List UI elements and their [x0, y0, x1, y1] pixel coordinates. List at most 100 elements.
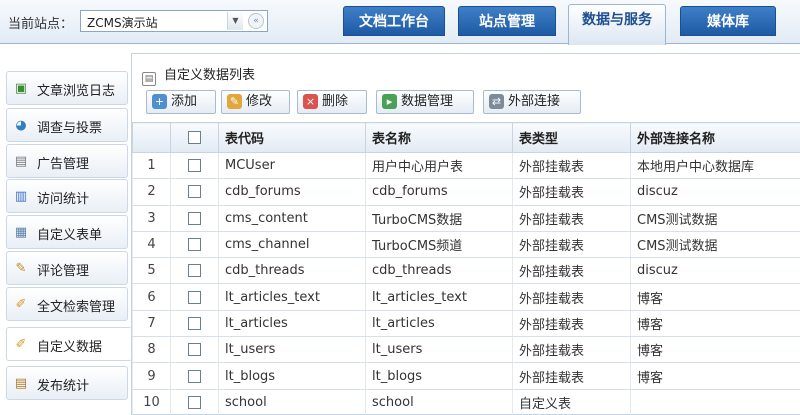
table-header-row: 表代码 表名称 表类型 外部连接名称 [132, 122, 800, 153]
row-index: 1 [132, 152, 171, 180]
data-manage-button[interactable]: ▸ 数据管理 [376, 90, 474, 114]
cell-table-name: cdb_threads [365, 257, 513, 285]
tab-data-services[interactable]: 数据与服务 [568, 4, 666, 45]
row-index: 4 [132, 231, 171, 259]
sidebar-item-comments[interactable]: ✎ 评论管理 [6, 251, 128, 285]
sidebar-item-label: 广告管理 [37, 157, 90, 172]
table-row[interactable]: 3 cms_content TurboCMS数据 外部挂载表 CMS测试数据 [132, 205, 800, 232]
sidebar: ▣ 文章浏览日志 ◕ 调查与投票 ▤ 广告管理 ▥ 访问统计 ▦ 自定义表单 ✎… [0, 45, 132, 415]
current-site-label: 当前站点： [8, 17, 74, 32]
row-checkbox[interactable] [188, 343, 201, 357]
header-select-all[interactable] [170, 122, 219, 153]
row-index: 5 [132, 257, 171, 285]
sidebar-item-ads[interactable]: ▤ 广告管理 [6, 144, 128, 178]
table-body: 1 MCUser 用户中心用户表 外部挂载表 本地用户中心数据库 2 cdb_forums c… [132, 152, 800, 415]
sidebar-item-visit-stats[interactable]: ▥ 访问统计 [6, 179, 128, 213]
row-index: 2 [132, 178, 171, 206]
tab-document-workbench[interactable]: 文档工作台 [343, 6, 445, 36]
table-row[interactable]: 2 cdb_forums cdb_forums 外部挂载表 discuz [132, 178, 800, 206]
table-row[interactable]: 6 lt_articles_text lt_articles_text 外部挂载表 博客 [132, 283, 800, 311]
panel-title: ▤ 自定义数据列表 [142, 64, 255, 86]
table-row[interactable]: 9 lt_blogs lt_blogs 外部挂载表 博客 [132, 362, 800, 390]
sidebar-item-label: 发布统计 [37, 379, 90, 394]
chevron-down-icon[interactable]: ▼ [227, 12, 243, 30]
sidebar-item-label: 评论管理 [37, 264, 90, 279]
row-select [170, 231, 219, 259]
external-connect-button[interactable]: ⇄ 外部连接 [483, 90, 581, 114]
cell-table-type: 外部挂载表 [512, 231, 631, 259]
cell-table-type: 外部挂载表 [512, 336, 631, 364]
cell-table-type: 外部挂载表 [512, 257, 631, 285]
row-select [170, 336, 219, 364]
row-index: 8 [132, 336, 171, 364]
sidebar-item-custom-form[interactable]: ▦ 自定义表单 [6, 215, 128, 249]
delete-icon: × [303, 94, 318, 109]
cell-external-name: 博客 [630, 283, 800, 311]
row-checkbox[interactable] [188, 159, 201, 173]
cell-external-name: 博客 [630, 310, 800, 338]
collapse-icon[interactable]: « [248, 13, 264, 29]
form-icon: ▦ [14, 225, 28, 240]
sidebar-item-publish-stats[interactable]: ▤ 发布统计 [6, 366, 128, 400]
table-row[interactable]: 5 cdb_threads cdb_threads 外部挂载表 discuz [132, 257, 800, 285]
sidebar-item-survey[interactable]: ◕ 调查与投票 [6, 108, 128, 142]
table-row[interactable]: 10 school school 自定义表 [132, 389, 800, 415]
row-checkbox[interactable] [188, 395, 201, 409]
header-external-name[interactable]: 外部连接名称 [630, 122, 800, 153]
cell-table-code: cdb_threads [218, 257, 366, 285]
data-manage-icon: ▸ [382, 94, 397, 109]
sidebar-item-label: 调查与投票 [37, 121, 103, 136]
delete-button[interactable]: × 删除 [297, 90, 367, 114]
sidebar-item-label: 访问统计 [37, 192, 90, 207]
cell-table-type: 外部挂载表 [512, 283, 631, 311]
row-index: 7 [132, 310, 171, 338]
header-table-name[interactable]: 表名称 [365, 122, 513, 153]
publish-stats-icon: ▤ [14, 376, 28, 391]
sidebar-item-custom-data[interactable]: ✐ 自定义数据 [6, 327, 132, 361]
row-checkbox[interactable] [188, 369, 201, 383]
edit-button[interactable]: ✎ 修改 [221, 90, 290, 114]
row-select [170, 257, 219, 285]
cell-table-name: lt_users [365, 336, 513, 364]
row-select [170, 362, 219, 390]
sidebar-item-fulltext-search[interactable]: ✐ 全文检索管理 [6, 287, 128, 321]
cell-external-name: CMS测试数据 [630, 231, 800, 259]
cell-table-code: cms_channel [218, 231, 366, 259]
stats-chart-icon: ▥ [14, 189, 28, 204]
select-all-checkbox[interactable] [188, 131, 201, 144]
sidebar-item-article-log[interactable]: ▣ 文章浏览日志 [6, 71, 128, 105]
table-row[interactable]: 7 lt_articles lt_articles 外部挂载表 博客 [132, 310, 800, 338]
cell-table-type: 外部挂载表 [512, 362, 631, 390]
table-row[interactable]: 1 MCUser 用户中心用户表 外部挂载表 本地用户中心数据库 [132, 152, 800, 180]
cell-external-name: 本地用户中心数据库 [630, 152, 800, 180]
cell-external-name: discuz [630, 178, 800, 206]
row-select [170, 205, 219, 232]
site-select[interactable]: ZCMS演示站 ▼ « [80, 10, 268, 32]
custom-data-icon: ✐ [15, 337, 27, 352]
row-index: 6 [132, 283, 171, 311]
cell-table-code: lt_users [218, 336, 366, 364]
row-checkbox[interactable] [188, 238, 201, 252]
row-checkbox[interactable] [188, 316, 201, 330]
tab-site-management[interactable]: 站点管理 [458, 6, 556, 36]
cell-table-name: lt_blogs [365, 362, 513, 390]
add-button[interactable]: + 添加 [146, 90, 216, 114]
header-table-code[interactable]: 表代码 [218, 122, 366, 153]
row-checkbox[interactable] [188, 264, 201, 278]
cell-table-name: school [365, 389, 513, 415]
sidebar-item-label: 自定义数据 [37, 340, 103, 355]
tab-media-library[interactable]: 媒体库 [680, 6, 776, 36]
row-checkbox[interactable] [188, 185, 201, 199]
edit-icon: ✎ [227, 94, 242, 109]
top-bar: 当前站点： ZCMS演示站 ▼ « 文档工作台 站点管理 数据与服务 媒体库 [0, 0, 800, 45]
cell-table-code: MCUser [218, 152, 366, 180]
row-checkbox[interactable] [188, 211, 201, 225]
cell-external-name: 博客 [630, 362, 800, 390]
header-table-type[interactable]: 表类型 [512, 122, 631, 153]
table-row[interactable]: 4 cms_channel TurboCMS频道 外部挂载表 CMS测试数据 [132, 231, 800, 259]
external-connect-button-label: 外部连接 [508, 94, 561, 109]
row-checkbox[interactable] [188, 290, 201, 304]
cell-external-name: 博客 [630, 336, 800, 364]
table-row[interactable]: 8 lt_users lt_users 外部挂载表 博客 [132, 336, 800, 364]
cell-table-type: 自定义表 [512, 389, 631, 415]
